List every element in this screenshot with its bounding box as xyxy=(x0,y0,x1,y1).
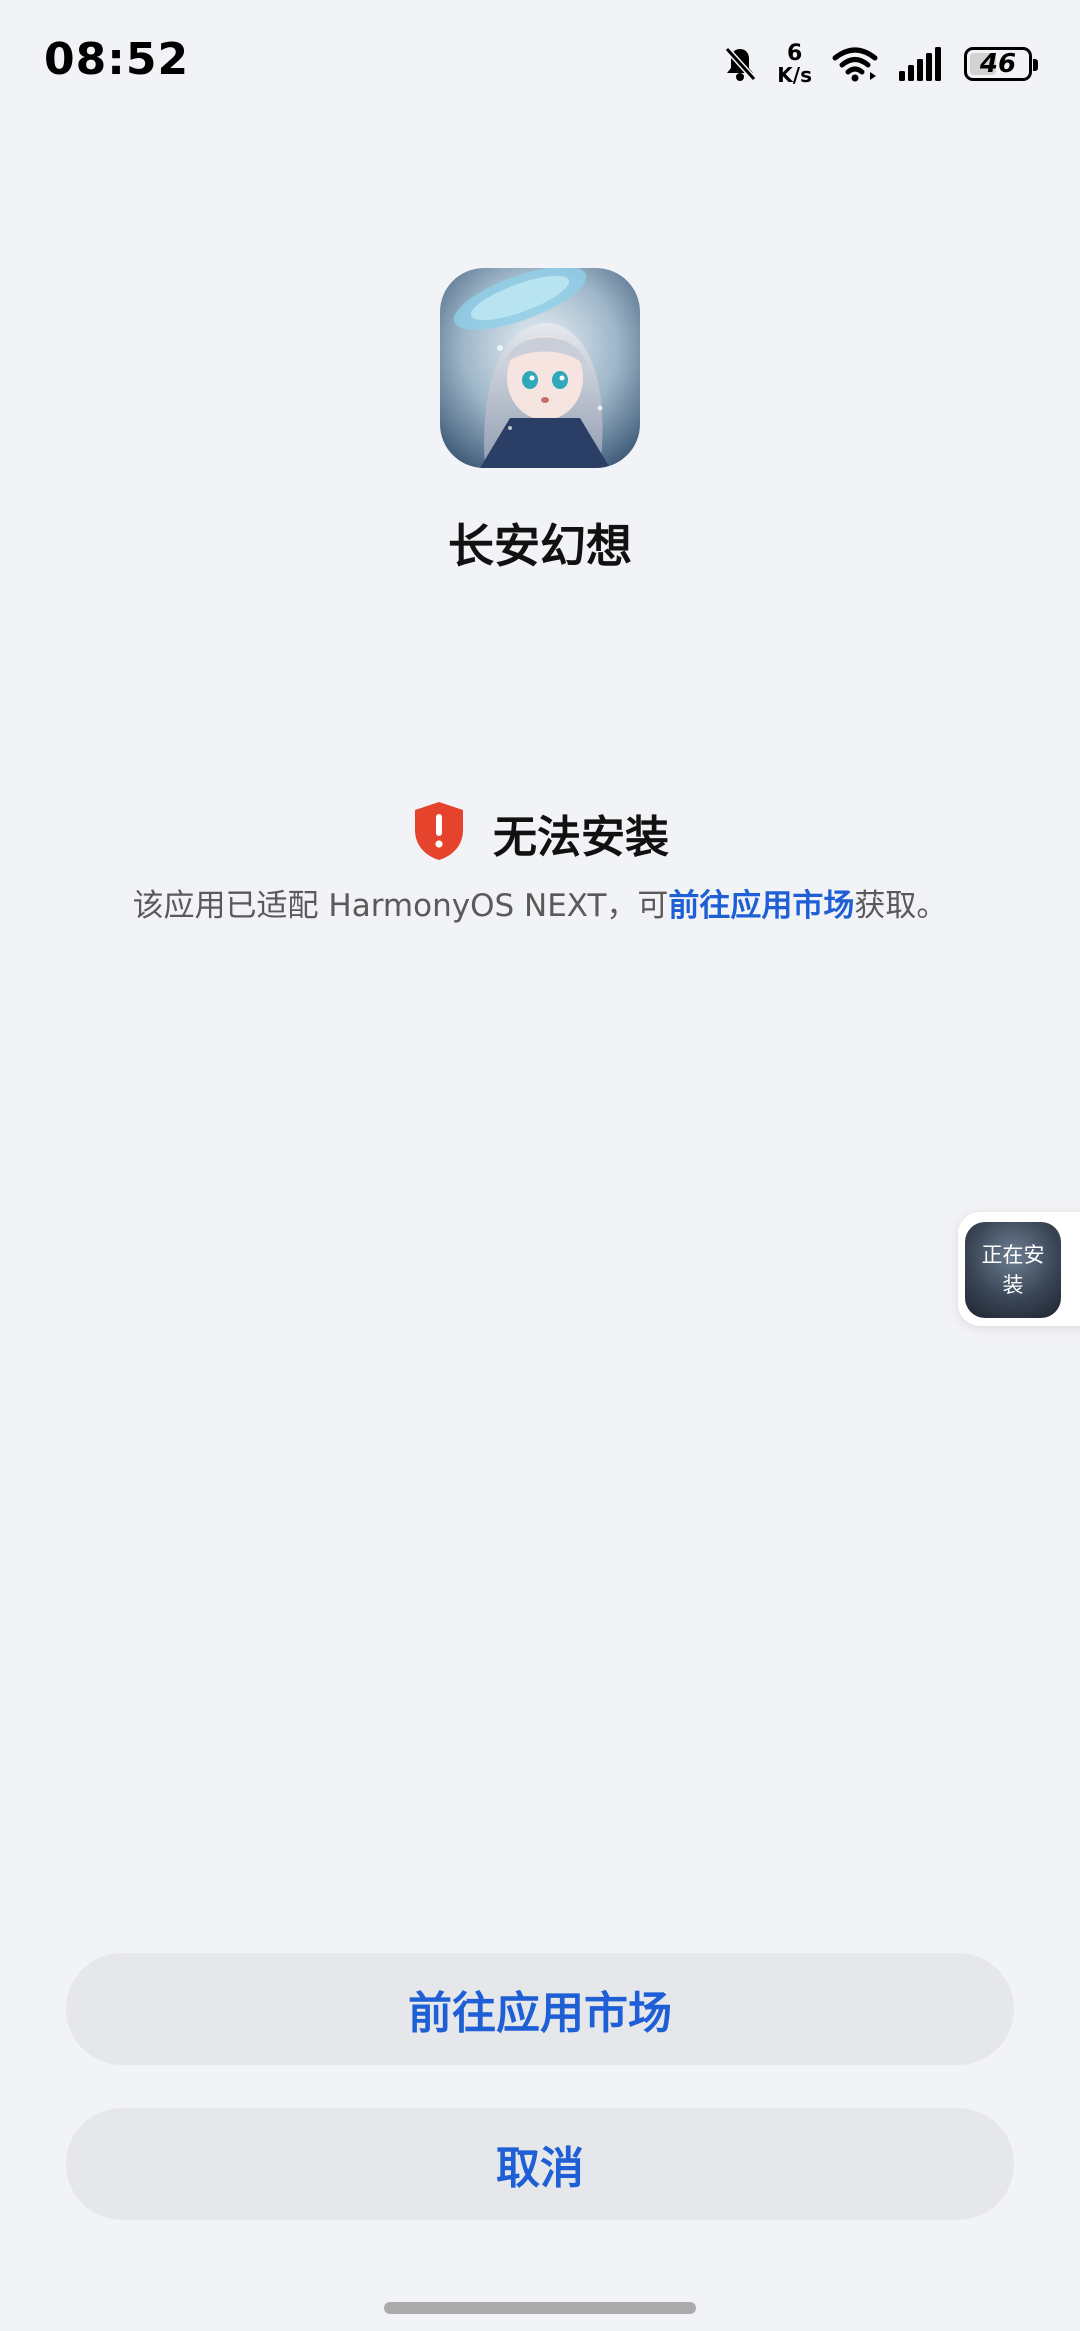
go-to-app-market-button[interactable]: 前往应用市场 xyxy=(66,1953,1014,2065)
app-icon xyxy=(440,268,640,468)
bell-muted-icon xyxy=(723,45,757,83)
network-speed: 6 K/s xyxy=(777,41,812,87)
home-indicator[interactable] xyxy=(384,2302,696,2314)
installing-app-thumbnail: 正在安装 xyxy=(965,1222,1061,1318)
error-description: 该应用已适配 HarmonyOS NEXT，可前往应用市场获取。 xyxy=(0,880,1080,925)
app-market-link[interactable]: 前往应用市场 xyxy=(668,888,854,924)
installing-label: 正在安装 xyxy=(981,1243,1045,1297)
cancel-button[interactable]: 取消 xyxy=(66,2108,1014,2220)
network-speed-value: 6 xyxy=(786,41,803,66)
shield-alert-icon xyxy=(411,800,467,866)
wifi-icon xyxy=(832,46,878,82)
status-bar: 08:52 6 K/s 46 xyxy=(0,0,1080,120)
network-speed-unit: K/s xyxy=(777,63,812,87)
error-description-suffix: 获取。 xyxy=(854,888,948,924)
error-description-text: 该应用已适配 HarmonyOS NEXT，可 xyxy=(132,888,669,924)
error-header: 无法安装 xyxy=(0,800,1080,866)
installing-floating-panel[interactable]: 正在安装 xyxy=(958,1212,1080,1326)
error-title: 无法安装 xyxy=(493,812,669,863)
battery-level: 46 xyxy=(979,49,1017,79)
battery-icon: 46 xyxy=(964,47,1038,81)
status-time: 08:52 xyxy=(44,34,190,85)
signal-icon xyxy=(898,47,944,81)
app-name: 长安幻想 xyxy=(448,519,632,573)
status-icons: 6 K/s 46 xyxy=(723,40,1038,88)
